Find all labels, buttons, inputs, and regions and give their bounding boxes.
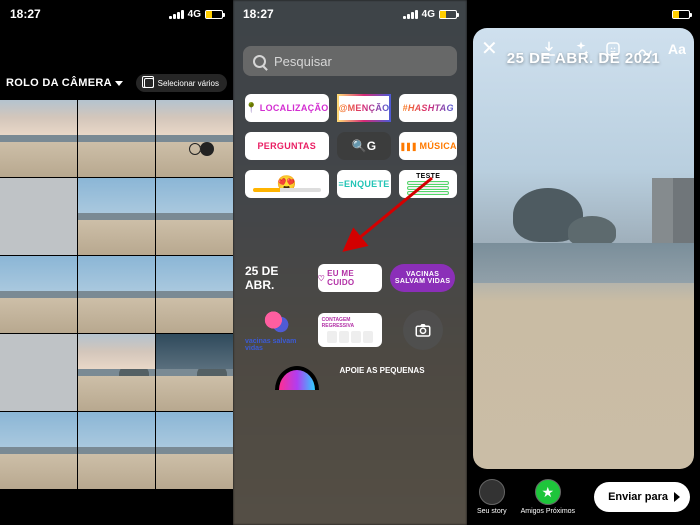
- status-bar: 18:27 4G: [0, 0, 233, 28]
- sticker-emoji-slider[interactable]: 😍: [245, 170, 329, 198]
- battery-icon: [205, 10, 223, 19]
- sticker-vacinas[interactable]: VACINAS SALVAM VIDAS: [390, 264, 455, 292]
- camera-icon: [414, 321, 432, 339]
- search-placeholder: Pesquisar: [274, 54, 332, 69]
- date-sticker-row: [233, 204, 467, 264]
- search-icon: [253, 55, 266, 68]
- sticker-hashtag[interactable]: #HASHTAG: [399, 94, 456, 122]
- star-icon: ★: [535, 479, 561, 505]
- status-right: 4G: [169, 9, 223, 20]
- close-friends-button[interactable]: ★ Amigos Próximos: [521, 479, 575, 515]
- flowers-icon: [259, 308, 295, 338]
- sticker-quiz[interactable]: TESTE: [399, 170, 456, 198]
- sticker-poll[interactable]: ≡ ENQUETE: [337, 170, 392, 198]
- select-multiple-label: Selecionar vários: [158, 79, 219, 88]
- sticker-logo[interactable]: [275, 366, 319, 390]
- photo-thumb[interactable]: [156, 334, 233, 411]
- sparkle-icon: [572, 40, 590, 58]
- photo-thumb[interactable]: [78, 412, 155, 489]
- draw-icon: [636, 40, 654, 58]
- sticker-eu-me-cuido[interactable]: EU ME CUIDO: [318, 264, 383, 292]
- draw-button[interactable]: [636, 40, 654, 58]
- sticker-countdown[interactable]: CONTAGEM REGRESSIVA: [318, 313, 383, 347]
- story-bottom-bar: Seu story ★ Amigos Próximos Enviar para: [467, 469, 700, 525]
- photo-grid: [0, 100, 233, 489]
- source-label: ROLO DA CÂMERA: [6, 77, 112, 89]
- photo-thumb[interactable]: [156, 256, 233, 333]
- gallery-header: ROLO DA CÂMERA Selecionar vários: [0, 66, 233, 100]
- sticker-vacinas-icon[interactable]: vacinas salvam vidas: [245, 308, 310, 352]
- status-time: 18:27: [10, 7, 41, 21]
- photo-thumb[interactable]: [0, 256, 77, 333]
- sticker-location[interactable]: LOCALIZAÇÃO: [245, 94, 329, 122]
- story-canvas[interactable]: 25 DE ABR. DE 2021: [473, 28, 694, 469]
- sticker-gif[interactable]: 🔍 G: [337, 132, 392, 160]
- sticker-mention[interactable]: @MENÇÃO: [337, 94, 392, 122]
- sticker-grid: LOCALIZAÇÃO @MENÇÃO #HASHTAG PERGUNTAS 🔍…: [233, 88, 467, 204]
- photo-thumb[interactable]: [0, 178, 77, 255]
- text-icon: Aa: [668, 41, 686, 57]
- photo-thumb[interactable]: [0, 100, 77, 177]
- chevron-right-icon: [674, 492, 680, 502]
- photo-thumb[interactable]: [156, 412, 233, 489]
- sticker-picker-panel: 18:27 4G Pesquisar LOCALIZAÇÃO @MENÇÃO #…: [233, 0, 467, 525]
- avatar-icon: [479, 479, 505, 505]
- sticker-search-input[interactable]: Pesquisar: [243, 46, 457, 76]
- send-to-button[interactable]: Enviar para: [594, 482, 690, 512]
- effects-button[interactable]: [572, 40, 590, 58]
- stack-icon: [144, 78, 154, 88]
- photo-thumb[interactable]: [78, 100, 155, 177]
- sticker-camera[interactable]: [403, 310, 443, 350]
- network-label: 4G: [188, 9, 201, 20]
- photo-thumb[interactable]: [78, 178, 155, 255]
- download-icon: [540, 40, 558, 58]
- sticker-date[interactable]: 25 DE ABR.: [245, 264, 310, 292]
- sticker-button[interactable]: [604, 40, 622, 58]
- photo-thumb[interactable]: [78, 256, 155, 333]
- camera-roll-panel: 18:27 4G ROLO DA CÂMERA Selecionar vário…: [0, 0, 233, 525]
- close-button[interactable]: ✕: [481, 36, 498, 61]
- photo-thumb[interactable]: [0, 412, 77, 489]
- chevron-down-icon: [115, 81, 123, 86]
- sticker-music[interactable]: MÚSICA: [399, 132, 456, 160]
- battery-icon: [672, 10, 690, 19]
- your-story-button[interactable]: Seu story: [477, 479, 507, 515]
- source-dropdown[interactable]: ROLO DA CÂMERA: [6, 77, 123, 89]
- photo-thumb[interactable]: [156, 178, 233, 255]
- story-editor-panel: 18:27 4G 25 DE ABR. DE 2021 ✕: [467, 0, 700, 525]
- select-multiple-button[interactable]: Selecionar vários: [136, 74, 227, 92]
- story-top-toolbar: ✕ Aa: [481, 36, 686, 61]
- download-button[interactable]: [540, 40, 558, 58]
- sticker-questions[interactable]: PERGUNTAS: [245, 132, 329, 160]
- sticker-apoie[interactable]: APOIE AS PEQUENAS: [339, 366, 424, 390]
- photo-thumb[interactable]: [0, 334, 77, 411]
- sticker-icon: [604, 40, 622, 58]
- photo-thumb[interactable]: [78, 334, 155, 411]
- text-button[interactable]: Aa: [668, 40, 686, 58]
- signal-icon: [169, 10, 184, 19]
- photo-thumb[interactable]: [156, 100, 233, 177]
